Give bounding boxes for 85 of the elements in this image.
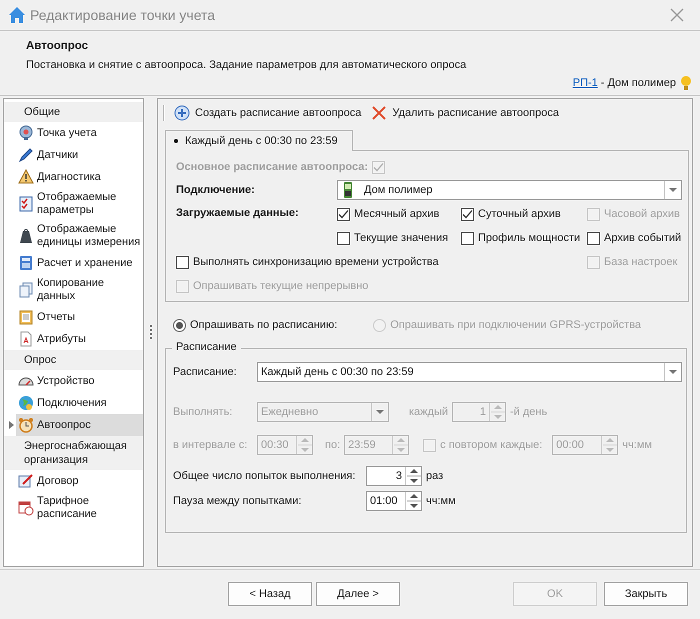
- check-icon: [373, 162, 384, 172]
- field-label: чч:мм: [426, 495, 456, 507]
- schedule-dropdown[interactable]: Каждый день с 00:30 по 23:59: [257, 362, 682, 382]
- home-icon: [8, 6, 26, 24]
- sidebar-item[interactable]: Автоопрос: [16, 414, 143, 436]
- sidebar-item[interactable]: Договор: [6, 470, 143, 492]
- close-button[interactable]: [668, 6, 686, 24]
- field-label: Расписание:: [173, 366, 238, 378]
- field-label: Общее число попыток выполнения:: [173, 470, 356, 482]
- field-label: раз: [426, 470, 444, 482]
- field-label: Подключение:: [176, 184, 256, 196]
- check-icon: [338, 208, 349, 220]
- toolbar-button[interactable]: Удалить расписание автоопроса: [368, 103, 562, 123]
- tab[interactable]: Каждый день с 00:30 по 23:59: [165, 130, 353, 151]
- globe-icon: [18, 395, 34, 411]
- group-title: Расписание: [172, 341, 241, 353]
- field-label: по:: [325, 439, 340, 451]
- pen-paper-icon: [18, 473, 34, 489]
- checkbox[interactable]: Архив событий: [587, 232, 682, 244]
- sidebar-group-header: Опрос: [4, 350, 143, 370]
- lightbulb-icon: [680, 75, 692, 91]
- spin-arrows-icon: [394, 435, 408, 455]
- spin-arrows-icon: [298, 435, 312, 455]
- field-label: в интервале с:: [173, 439, 248, 451]
- calendar-icon: [18, 500, 34, 516]
- sidebar-item[interactable]: Отчеты: [6, 306, 143, 328]
- caret-icon: [376, 410, 384, 414]
- checkbox[interactable]: Выполнять синхронизацию времени устройства: [176, 256, 439, 268]
- sidebar-item[interactable]: Тарифное расписание: [6, 492, 143, 524]
- field-label: Загружаемые данные:: [176, 207, 300, 219]
- spin-field[interactable]: 01:00: [366, 491, 422, 511]
- field-label: Пауза между попытками:: [173, 495, 302, 507]
- sidebar-item[interactable]: Расчет и хранение: [6, 252, 143, 274]
- field-label: Выполнять:: [173, 406, 234, 418]
- sidebar-group-header: Общие: [4, 102, 143, 122]
- weight-icon: [18, 228, 34, 244]
- spin-arrows-icon: [406, 466, 420, 486]
- spin-arrows-icon: [406, 491, 420, 511]
- dialog-button[interactable]: Закрыть: [604, 582, 688, 606]
- dialog-button[interactable]: < Назад: [228, 582, 312, 606]
- meter-icon: [18, 125, 34, 141]
- sidebar-item[interactable]: Подключения: [6, 392, 143, 414]
- section-description: Постановка и снятие с автоопроса. Задание параметров для автоматического опроса: [26, 59, 468, 71]
- spin-field[interactable]: 3: [366, 466, 422, 486]
- sidebar-item[interactable]: Отображаемые единицы измерения: [6, 220, 143, 252]
- checkbox[interactable]: Месячный архив: [337, 208, 440, 220]
- sidebar-item[interactable]: Устройство: [6, 370, 143, 392]
- calculator-icon: [18, 255, 34, 271]
- pencil-icon: [18, 147, 34, 163]
- section-title: Автоопрос: [26, 40, 89, 52]
- field-label: чч:мм: [622, 439, 652, 451]
- sidebar-item[interactable]: Копирование данных: [6, 274, 143, 306]
- field-label: каждый: [409, 406, 448, 418]
- sidebar-item[interactable]: Датчики: [6, 144, 143, 166]
- checkbox[interactable]: Профиль мощности: [461, 232, 580, 244]
- spin-arrows-icon: [602, 435, 617, 455]
- window-title: Редактирование точки учета: [30, 7, 216, 23]
- sidebar-group-header: Энергоснабжающая организация: [4, 436, 143, 470]
- sidebar-item[interactable]: Точка учета: [6, 122, 143, 144]
- radio-button[interactable]: Опрашивать по расписанию:: [173, 314, 338, 336]
- toolbar-button[interactable]: Создать расписание автоопроса: [171, 103, 364, 123]
- caret-icon: [669, 188, 677, 192]
- sidebar-item[interactable]: Диагностика: [6, 166, 143, 188]
- document-icon: [18, 331, 34, 347]
- caret-icon: [669, 370, 677, 374]
- phone-icon: [343, 182, 353, 198]
- object-name: - Дом полимер: [600, 77, 676, 89]
- clipboard-icon: [18, 309, 34, 325]
- object-link[interactable]: РП-1: [572, 77, 598, 89]
- add-icon: [174, 105, 190, 121]
- checkbox[interactable]: Текущие значения: [337, 232, 448, 244]
- connection-dropdown[interactable]: Дом полимер: [337, 180, 682, 200]
- sidebar-item[interactable]: Атрибуты: [6, 328, 143, 350]
- alarm-clock-icon: [18, 417, 34, 433]
- sidebar-item[interactable]: Отображаемые параметры: [6, 188, 143, 220]
- check-icon: [462, 208, 473, 220]
- caret-icon: [9, 421, 14, 429]
- field-label: -й день: [510, 406, 548, 418]
- spin-arrows-icon: [490, 402, 504, 422]
- checklist-icon: [18, 196, 34, 212]
- copy-icon: [18, 282, 34, 298]
- close-icon: [371, 105, 388, 121]
- checkbox[interactable]: Суточный архив: [461, 208, 561, 220]
- dialog-button[interactable]: Далее >: [316, 582, 400, 606]
- warning-icon: [18, 169, 34, 185]
